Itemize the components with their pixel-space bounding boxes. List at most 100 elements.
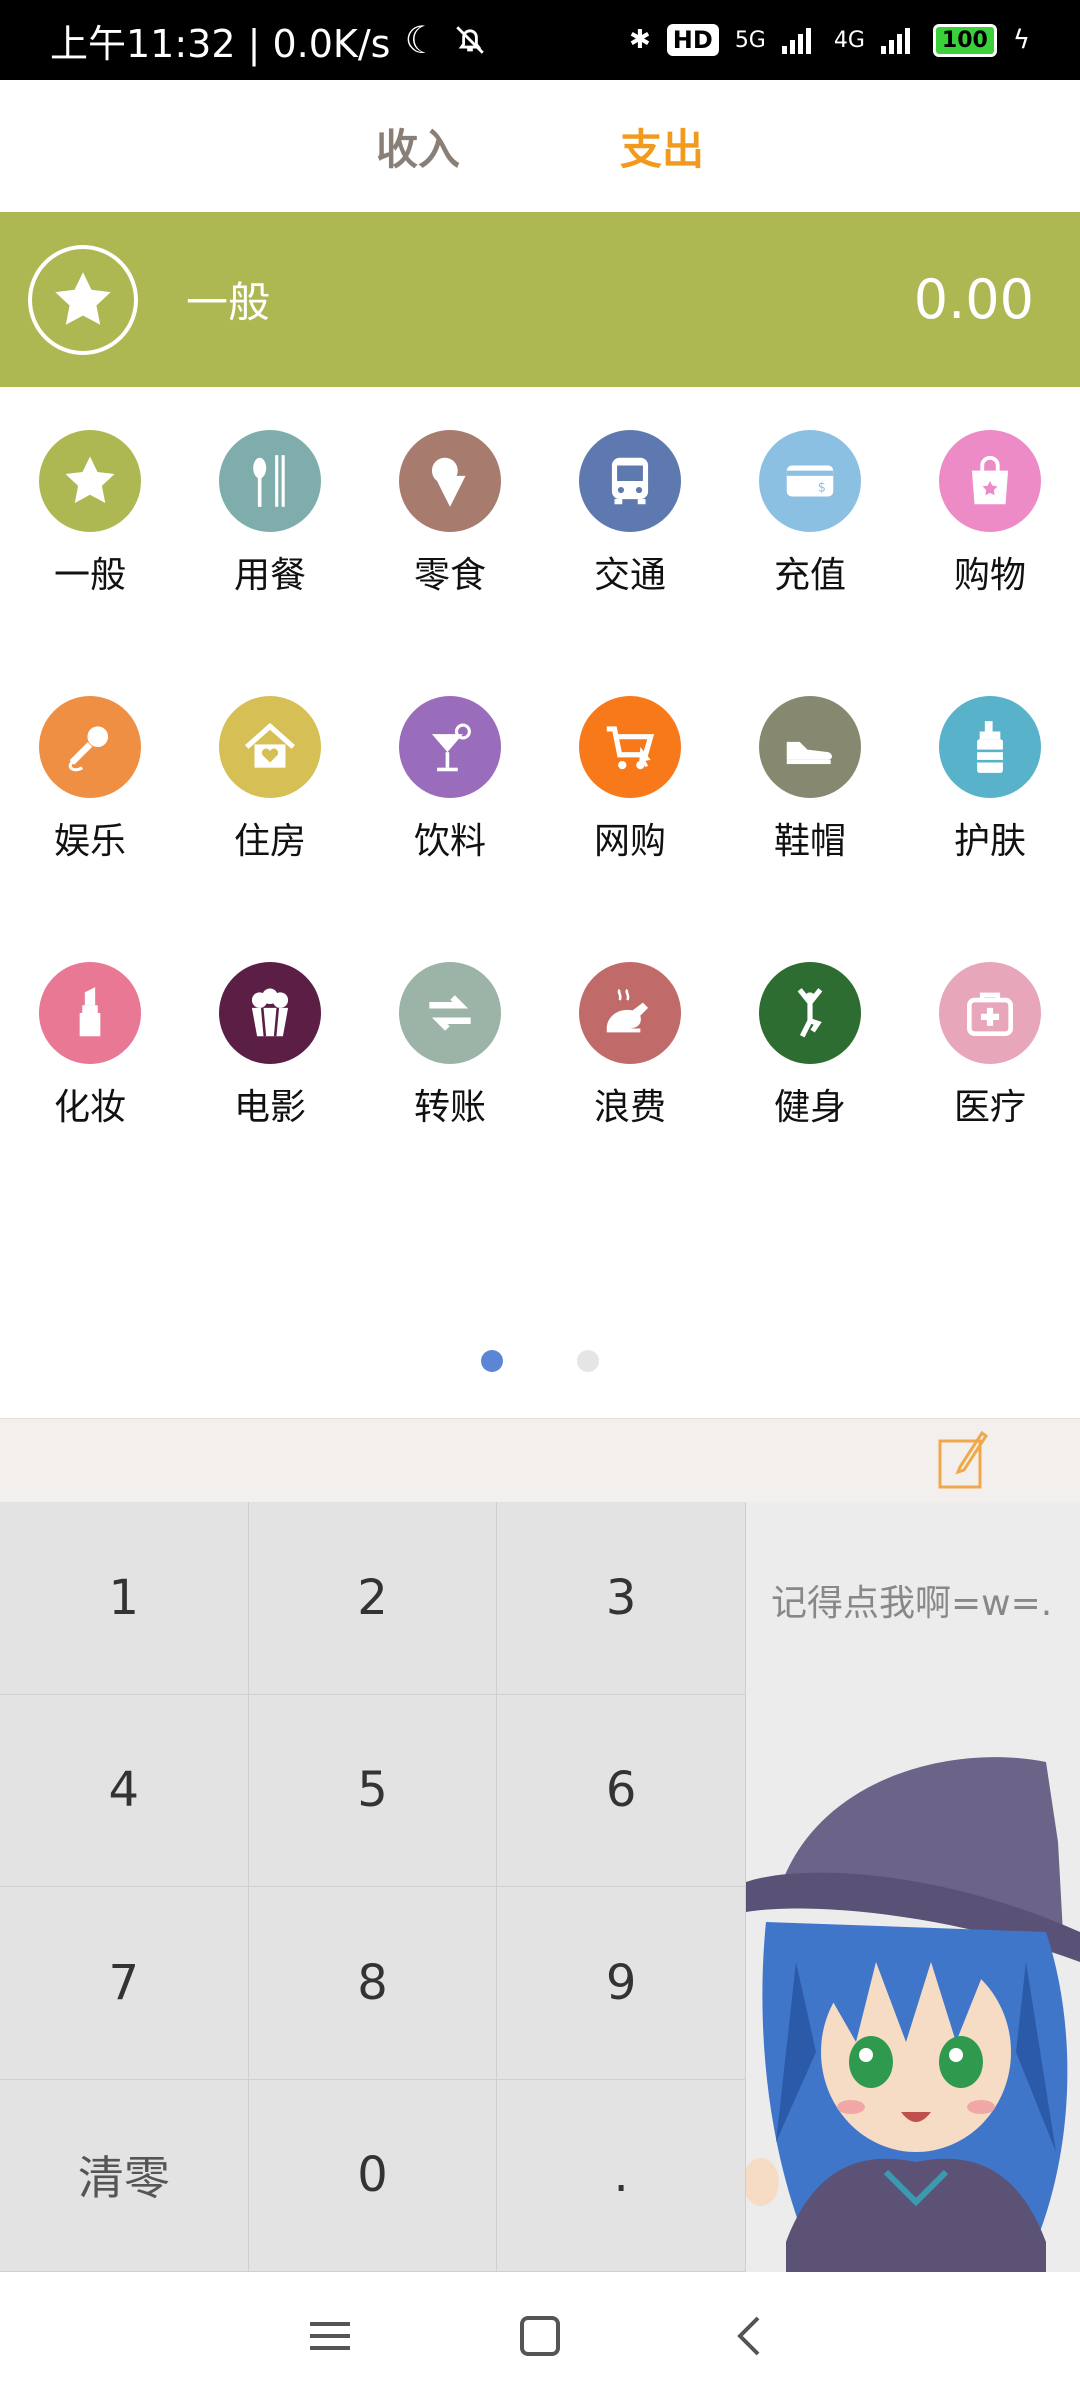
category-item[interactable]: 零食 bbox=[360, 430, 540, 696]
page-dot-active[interactable] bbox=[481, 1350, 503, 1372]
moon-icon: ☾ bbox=[404, 18, 439, 62]
category-item[interactable]: 鞋帽 bbox=[720, 696, 900, 962]
confirm-hint-text: 记得点我啊=w=. bbox=[771, 1583, 1053, 1624]
home-square-icon[interactable] bbox=[510, 2306, 570, 2366]
category-label: 购物 bbox=[953, 555, 1026, 596]
key-decimal[interactable]: . bbox=[497, 2079, 746, 2272]
category-label: 一般 bbox=[53, 555, 126, 596]
category-item[interactable]: 住房 bbox=[180, 696, 360, 962]
key-3[interactable]: 3 bbox=[497, 1502, 746, 1695]
category-label: 护肤 bbox=[953, 821, 1026, 862]
amount-display: 0.00 bbox=[913, 268, 1034, 331]
status-time-speed: 上午11:32 | 0.0K/s bbox=[50, 21, 391, 66]
category-item[interactable]: 护肤 bbox=[900, 696, 1080, 962]
category-item[interactable]: 化妆 bbox=[0, 962, 180, 1228]
status-bar: 上午11:32 | 0.0K/s ☾ ✱ HD 5G 4G 100 ϟ bbox=[0, 0, 1080, 80]
category-label: 鞋帽 bbox=[773, 821, 846, 862]
page-indicator bbox=[0, 1350, 1080, 1372]
cocktail-icon bbox=[399, 696, 501, 798]
key-4[interactable]: 4 bbox=[0, 1694, 249, 1887]
note-bar bbox=[0, 1418, 1080, 1502]
key-0[interactable]: 0 bbox=[248, 2079, 498, 2272]
category-item[interactable]: 浪费 bbox=[540, 962, 720, 1228]
category-row: 娱乐 住房 饮料 网购 鞋帽 护肤 bbox=[0, 696, 1080, 962]
signal-bars-icon bbox=[880, 28, 910, 54]
signal-bars-icon bbox=[781, 28, 811, 54]
star-icon bbox=[28, 244, 138, 355]
category-label: 转账 bbox=[413, 1087, 486, 1128]
roast-chicken-icon bbox=[579, 962, 681, 1064]
category-item[interactable]: 医疗 bbox=[900, 962, 1080, 1228]
transfer-arrows-icon bbox=[399, 962, 501, 1064]
category-item[interactable]: 健身 bbox=[720, 962, 900, 1228]
key-2[interactable]: 2 bbox=[248, 1502, 498, 1695]
hd-badge: HD bbox=[666, 24, 719, 56]
clear-button[interactable]: 清零 bbox=[0, 2079, 249, 2272]
category-label: 医疗 bbox=[953, 1087, 1026, 1128]
number-keypad: 1 2 3 4 5 6 7 8 9 清零 0 . bbox=[0, 1502, 746, 2272]
back-chevron-icon[interactable] bbox=[720, 2306, 780, 2366]
system-nav-bar bbox=[0, 2272, 1080, 2400]
category-label: 浪费 bbox=[593, 1087, 666, 1128]
selected-category-label: 一般 bbox=[186, 278, 271, 327]
charging-icon: ϟ bbox=[1012, 25, 1030, 55]
key-5[interactable]: 5 bbox=[248, 1694, 498, 1887]
battery-indicator: 100 bbox=[932, 23, 997, 57]
category-label: 用餐 bbox=[233, 555, 306, 596]
category-item[interactable]: 用餐 bbox=[180, 430, 360, 696]
page-dot[interactable] bbox=[577, 1350, 599, 1372]
category-label: 饮料 bbox=[413, 821, 486, 862]
category-label: 娱乐 bbox=[53, 821, 126, 862]
category-label: 住房 bbox=[233, 821, 306, 862]
category-item[interactable]: 电影 bbox=[180, 962, 360, 1228]
shoe-icon bbox=[759, 696, 861, 798]
svg-text:$: $ bbox=[818, 480, 826, 495]
category-label: 网购 bbox=[593, 821, 666, 862]
yoga-figure-icon bbox=[759, 962, 861, 1064]
tab-expense[interactable]: 支出 bbox=[620, 116, 704, 177]
bell-off-icon bbox=[455, 26, 484, 54]
tab-income[interactable]: 收入 bbox=[376, 116, 460, 177]
category-item[interactable]: 转账 bbox=[360, 962, 540, 1228]
lipstick-icon bbox=[39, 962, 141, 1064]
category-item[interactable]: 交通 bbox=[540, 430, 720, 696]
category-item[interactable]: 购物 bbox=[900, 430, 1080, 696]
key-8[interactable]: 8 bbox=[248, 1887, 498, 2080]
category-item[interactable]: 网购 bbox=[540, 696, 720, 962]
shopping-cart-icon bbox=[579, 696, 681, 798]
bus-icon bbox=[579, 430, 681, 532]
key-7[interactable]: 7 bbox=[0, 1887, 249, 2080]
category-item[interactable]: $ 充值 bbox=[720, 430, 900, 696]
category-label: 零食 bbox=[413, 555, 486, 596]
signal-4g: 4G bbox=[833, 27, 865, 53]
shopping-bag-icon bbox=[939, 430, 1041, 532]
key-9[interactable]: 9 bbox=[497, 1887, 746, 2080]
key-1[interactable]: 1 bbox=[0, 1502, 249, 1695]
category-label: 交通 bbox=[593, 555, 666, 596]
category-label: 充值 bbox=[773, 555, 846, 596]
mascot-illustration bbox=[746, 1757, 1080, 2272]
type-tabs: 收入 支出 bbox=[0, 80, 1080, 212]
category-row: 化妆 电影 转账 浪费 健身 医疗 bbox=[0, 962, 1080, 1228]
category-row: 一般 用餐 零食 交通 $ 充值 购物 bbox=[0, 430, 1080, 696]
menu-icon[interactable] bbox=[300, 2306, 360, 2366]
signal-5g: 5G bbox=[734, 27, 766, 53]
house-icon bbox=[219, 696, 321, 798]
confirm-panel-button[interactable]: 记得点我啊=w=. bbox=[746, 1502, 1080, 2272]
category-item[interactable]: 娱乐 bbox=[0, 696, 180, 962]
category-item[interactable]: 饮料 bbox=[360, 696, 540, 962]
fork-knife-icon bbox=[219, 430, 321, 532]
lotion-bottle-icon bbox=[939, 696, 1041, 798]
category-item[interactable]: 一般 bbox=[0, 430, 180, 696]
star-icon bbox=[39, 430, 141, 532]
ice-cream-icon bbox=[399, 430, 501, 532]
edit-note-icon[interactable] bbox=[938, 1429, 988, 1491]
category-label: 健身 bbox=[773, 1087, 846, 1128]
card-icon: $ bbox=[759, 430, 861, 532]
microphone-icon bbox=[39, 696, 141, 798]
first-aid-kit-icon bbox=[939, 962, 1041, 1064]
bluetooth-icon: ✱ bbox=[629, 25, 651, 55]
key-6[interactable]: 6 bbox=[497, 1694, 746, 1887]
category-label: 化妆 bbox=[53, 1087, 126, 1128]
selected-category-banner: 一般 0.00 bbox=[0, 212, 1080, 387]
